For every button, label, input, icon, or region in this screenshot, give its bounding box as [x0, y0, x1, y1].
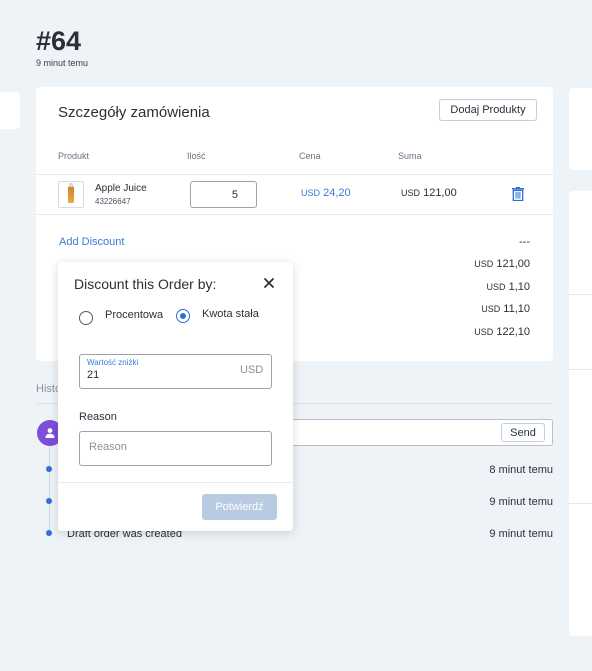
radio-fixed-label: Kwota stała [202, 308, 259, 320]
discount-value: --- [519, 236, 530, 248]
discount-value-input[interactable]: 21 [87, 369, 99, 381]
radio-fixed[interactable] [176, 309, 190, 323]
summary-amount: 11,10 [503, 303, 530, 315]
summary-amount: 1,10 [508, 281, 530, 293]
table-divider [36, 174, 553, 175]
price-currency: USD [301, 188, 321, 198]
discount-popup [58, 262, 293, 531]
table-divider [36, 214, 553, 215]
summary-currency: USD [481, 304, 501, 314]
reason-label: Reason [79, 411, 117, 423]
summary-currency: USD [474, 327, 494, 337]
summary-amount: 122,10 [496, 326, 530, 338]
timeline-dot [46, 466, 52, 472]
summary-currency: USD [486, 282, 506, 292]
product-name: Apple Juice [95, 183, 147, 194]
timeline-dot [46, 530, 52, 536]
product-sku: 43226647 [95, 197, 131, 206]
reason-placeholder[interactable]: Reason [89, 441, 127, 453]
confirm-button[interactable]: Potwierdź [202, 494, 277, 520]
column-header-quantity: Ilość [187, 151, 206, 161]
right-panel-divider [569, 369, 592, 370]
timeline-time: 9 minut temu [489, 528, 553, 540]
timeline-time: 8 minut temu [489, 464, 553, 476]
radio-percent-label: Procentowa [105, 309, 164, 321]
product-thumbnail [58, 181, 84, 208]
summary-total: USD 122,10 [474, 326, 530, 338]
discount-value-currency: USD [240, 364, 264, 376]
left-panel-card [0, 92, 20, 129]
right-panel-divider [569, 503, 592, 504]
summary-shipping: USD 1,10 [487, 281, 531, 293]
summary-currency: USD [474, 259, 494, 269]
discount-popup-title: Discount this Order by: [74, 276, 217, 292]
close-icon[interactable] [262, 276, 276, 290]
total-currency: USD [401, 188, 421, 198]
popup-divider [58, 482, 293, 483]
timeline-line [49, 446, 50, 534]
summary-taxes: USD 11,10 [481, 303, 530, 315]
summary-subtotal: USD 121,00 [474, 258, 530, 270]
order-details-title: Szczegóły zamówienia [58, 104, 210, 121]
column-header-total: Suma [398, 151, 422, 161]
column-header-price: Cena [299, 151, 321, 161]
add-products-button[interactable]: Dodaj Produkty [439, 99, 537, 121]
quantity-input[interactable]: 5 [190, 181, 257, 208]
price-value: 24,20 [323, 187, 351, 199]
column-header-product: Produkt [58, 151, 90, 161]
discount-value-label: Wartość zniżki [87, 358, 139, 367]
line-total: USD 121,00 [401, 187, 457, 199]
line-price[interactable]: USD 24,20 [301, 187, 351, 199]
right-panel-divider [569, 294, 592, 295]
trash-icon[interactable] [512, 187, 524, 202]
summary-amount: 121,00 [496, 258, 530, 270]
order-created-time: 9 minut temu [36, 58, 89, 68]
timeline-time: 9 minut temu [489, 496, 553, 508]
order-number: #64 [36, 26, 82, 56]
radio-percent[interactable] [79, 311, 93, 325]
send-button[interactable]: Send [501, 423, 545, 442]
right-panel-card-customer [569, 88, 592, 170]
total-value: 121,00 [423, 187, 457, 199]
right-panel-card-details [569, 191, 592, 636]
add-discount-link[interactable]: Add Discount [59, 236, 124, 248]
timeline-dot [46, 498, 52, 504]
